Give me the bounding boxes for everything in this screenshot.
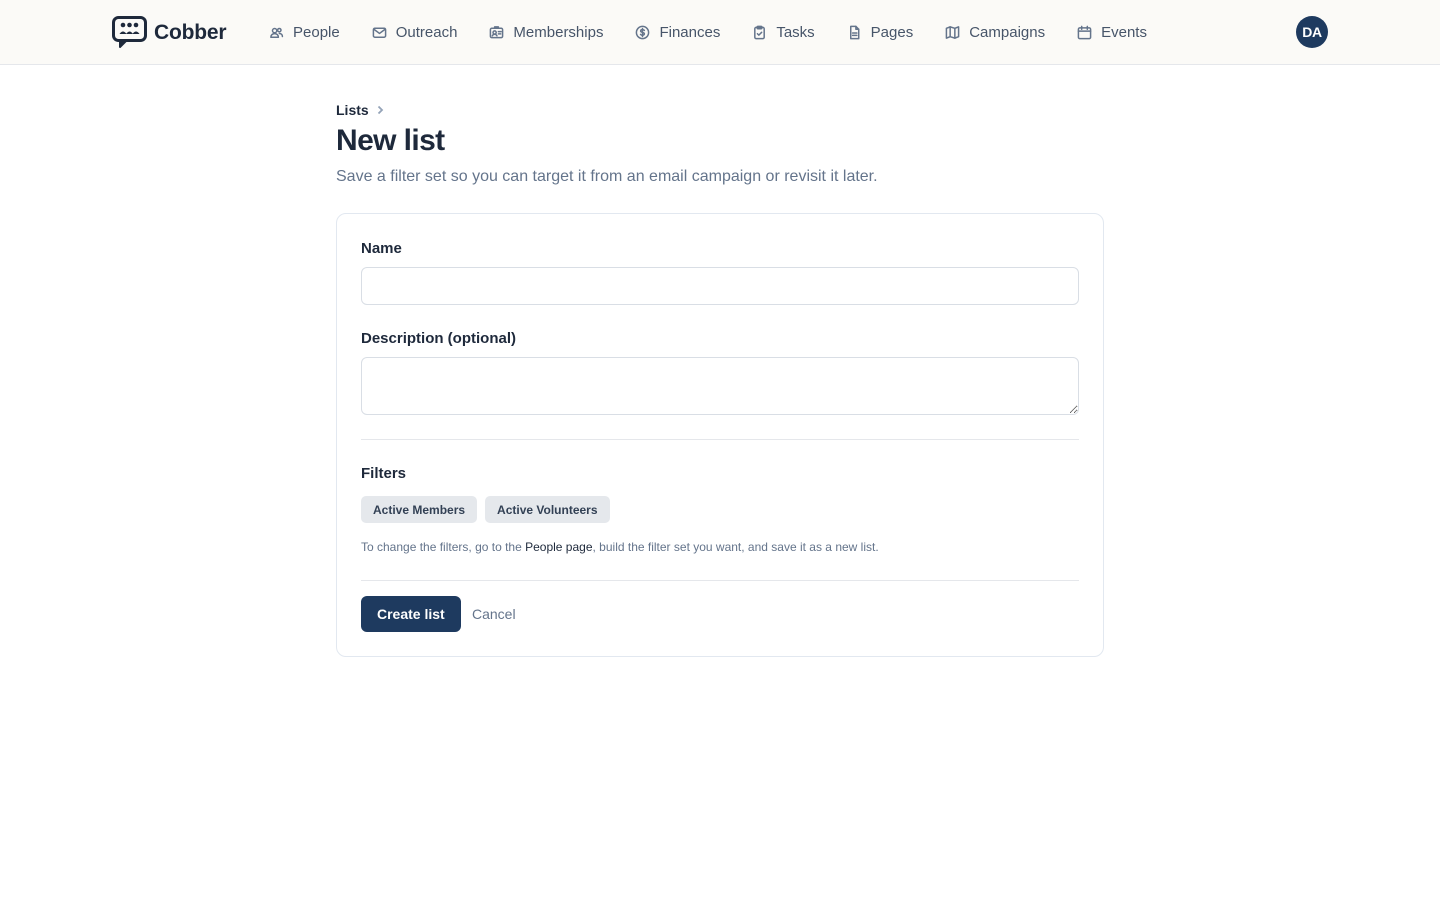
map-icon: [945, 25, 960, 39]
nav-item-label: Campaigns: [969, 23, 1046, 41]
filters-help-text: To change the filters, go to the People …: [361, 540, 879, 554]
nav-item-label: Memberships: [513, 23, 604, 41]
filter-chip-active-volunteers[interactable]: Active Volunteers: [485, 496, 610, 523]
clipboard-icon: [754, 25, 766, 39]
nav-item-memberships[interactable]: Memberships: [489, 24, 603, 41]
nav-item-pages[interactable]: Pages: [847, 23, 914, 41]
app-name: Cobber: [154, 20, 227, 44]
name-input[interactable]: [361, 267, 1079, 305]
filters-label: Filters: [361, 465, 407, 482]
dollar-circle-icon: [636, 25, 650, 39]
document-icon: [849, 25, 860, 39]
nav-item-label: Events: [1101, 23, 1147, 41]
nav-item-events[interactable]: Events: [1077, 24, 1147, 41]
page-subtitle: Save a filter set so you can target it f…: [336, 168, 878, 185]
filter-chips: Active Members Active Volunteers: [361, 496, 618, 523]
actions-divider: [361, 580, 1079, 581]
top-navigation-bar: Cobber People Outreach Memberships Finan…: [0, 0, 1440, 65]
nav-item-tasks[interactable]: Tasks: [752, 23, 815, 41]
nav-item-outreach[interactable]: Outreach: [372, 23, 458, 41]
mail-icon: [372, 27, 387, 38]
description-textarea[interactable]: [361, 357, 1079, 415]
nav-item-label: Outreach: [395, 23, 458, 41]
breadcrumb-lists-link[interactable]: Lists: [336, 102, 369, 118]
help-text-after: , build the filter set you want, and sav…: [592, 540, 879, 554]
nav-item-campaigns[interactable]: Campaigns: [945, 24, 1045, 41]
chat-people-logo-icon: [112, 16, 147, 48]
nav-item-label: Pages: [870, 23, 914, 41]
main-nav: People Outreach Memberships Finances Tas…: [269, 0, 1179, 64]
create-list-button[interactable]: Create list: [361, 596, 461, 632]
id-card-icon: [490, 25, 504, 38]
user-avatar[interactable]: DA: [1296, 16, 1328, 48]
chevron-right-icon: [377, 105, 383, 115]
calendar-icon: [1077, 25, 1092, 39]
app-logo[interactable]: Cobber: [112, 16, 227, 49]
people-icon: [270, 27, 284, 38]
description-label: Description (optional): [361, 330, 516, 347]
filter-chip-active-members[interactable]: Active Members: [361, 496, 478, 523]
nav-item-label: Finances: [659, 23, 721, 41]
name-label: Name: [361, 240, 402, 257]
breadcrumb: Lists: [336, 102, 385, 118]
nav-item-label: Tasks: [776, 23, 815, 41]
section-divider: [361, 439, 1079, 440]
people-page-link[interactable]: People page: [525, 540, 592, 554]
new-list-form-card: Name Description (optional) Filters Acti…: [336, 213, 1104, 657]
nav-item-finances[interactable]: Finances: [635, 24, 720, 41]
nav-item-people[interactable]: People: [269, 24, 340, 41]
help-text-before: To change the filters, go to the: [361, 540, 526, 554]
page-title: New list: [336, 124, 445, 157]
nav-item-label: People: [293, 23, 340, 41]
cancel-link[interactable]: Cancel: [472, 606, 516, 622]
